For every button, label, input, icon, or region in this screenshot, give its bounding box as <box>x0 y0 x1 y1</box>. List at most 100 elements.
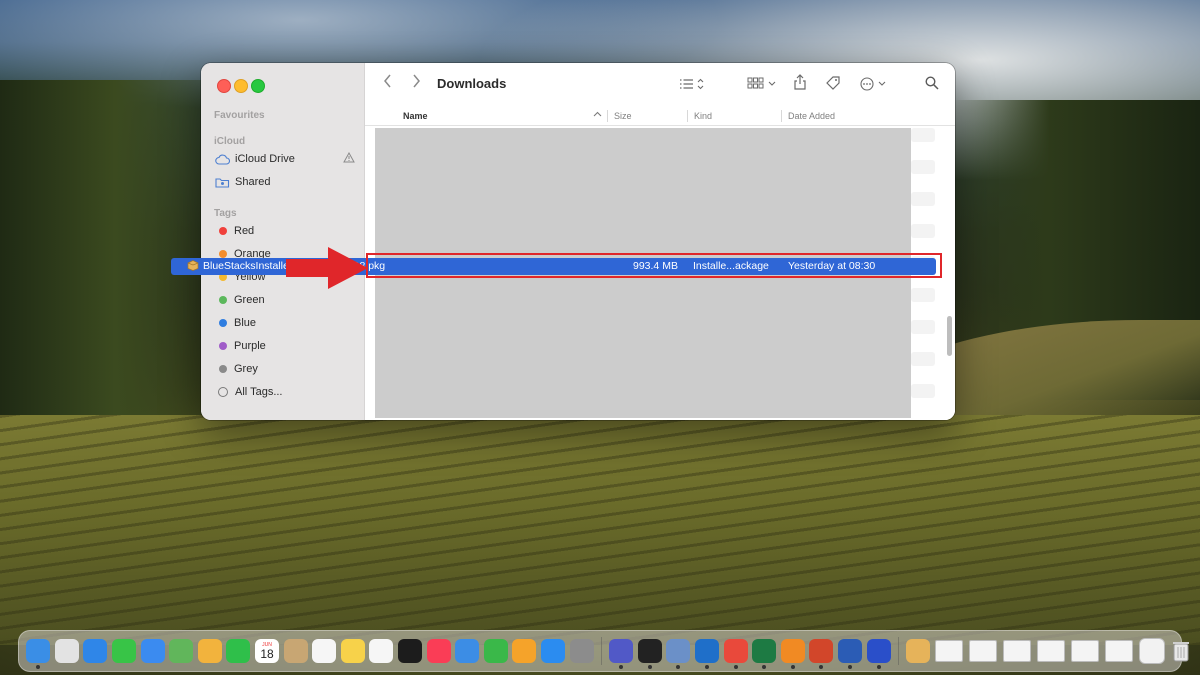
dock-package-icon[interactable] <box>906 639 931 663</box>
sidebar-section-favourites: Favourites <box>214 110 265 121</box>
dock-terminal-icon[interactable] <box>637 639 662 669</box>
column-header-kind[interactable]: Kind <box>694 111 712 121</box>
dock-app-store-icon[interactable] <box>540 639 565 663</box>
dock-minimized-window-thumbnail[interactable] <box>969 640 998 662</box>
row-stripe <box>911 128 935 142</box>
dock-trash-icon[interactable] <box>1169 639 1193 663</box>
dock-oracle-icon[interactable] <box>866 639 891 669</box>
dock-separator <box>897 637 899 665</box>
dock-outlook-icon[interactable] <box>694 639 719 669</box>
sidebar-tag-red[interactable]: Red <box>215 222 355 240</box>
dock: JUN 18 <box>18 630 1190 672</box>
finder-content: Downloads Name Size Kind Date Added <box>365 63 955 420</box>
sidebar-item-icloud-drive[interactable]: iCloud Drive <box>215 150 355 168</box>
dock-minimized-window-thumbnail[interactable] <box>1105 640 1134 662</box>
window-title: Downloads <box>437 76 507 91</box>
tag-color-dot-icon <box>219 365 227 373</box>
row-stripe <box>911 224 935 238</box>
running-indicator <box>704 665 709 669</box>
share-icon[interactable] <box>793 74 807 90</box>
warning-icon <box>343 151 355 166</box>
search-icon[interactable] <box>925 76 939 90</box>
dock-notes-icon[interactable] <box>340 639 365 663</box>
dock-books-icon[interactable] <box>780 639 805 669</box>
dock-excel-icon[interactable] <box>752 639 777 669</box>
running-indicator <box>676 665 681 669</box>
dock-calendar-icon[interactable]: JUN 18 <box>255 639 280 663</box>
sidebar-tag-blue[interactable]: Blue <box>215 314 355 332</box>
dock-tv-icon[interactable] <box>398 639 423 663</box>
running-indicator <box>847 665 852 669</box>
dock-downloads-stack-icon[interactable] <box>1138 638 1165 664</box>
dock-powerpoint-icon[interactable] <box>809 639 834 669</box>
sort-ascending-icon <box>593 110 602 121</box>
dock-launchpad-icon[interactable] <box>54 639 79 663</box>
sidebar-item-label: Grey <box>234 363 258 375</box>
annotation-highlight-box <box>366 253 942 278</box>
close-window-button[interactable] <box>217 79 231 93</box>
shared-folder-icon <box>215 176 230 188</box>
dock-music-icon[interactable] <box>426 639 451 663</box>
dock-freeform-icon[interactable] <box>369 639 394 663</box>
row-stripe <box>911 352 935 366</box>
running-indicator <box>819 665 824 669</box>
minimize-window-button[interactable] <box>234 79 248 93</box>
dock-pages-icon[interactable] <box>512 639 537 663</box>
row-stripe <box>911 320 935 334</box>
dock-minimized-window-thumbnail[interactable] <box>1071 640 1100 662</box>
wallpaper-vineyard <box>0 415 1200 645</box>
dock-minimized-window-thumbnail[interactable] <box>1003 640 1032 662</box>
dock-minimized-window-thumbnail[interactable] <box>1037 640 1066 662</box>
dock-finder-icon[interactable] <box>26 639 51 669</box>
zoom-window-button[interactable] <box>251 79 265 93</box>
dock-teams-icon[interactable] <box>609 639 634 669</box>
finder-toolbar: Downloads <box>365 63 955 107</box>
dock-numbers-icon[interactable] <box>483 639 508 663</box>
column-headers: Name Size Kind Date Added <box>365 107 955 126</box>
sidebar-item-shared[interactable]: Shared <box>215 173 355 191</box>
dock-minimized-window-thumbnail[interactable] <box>935 640 964 662</box>
finder-sidebar: Favourites iCloud iCloud Drive Shared Ta… <box>201 63 365 420</box>
finder-window[interactable]: Favourites iCloud iCloud Drive Shared Ta… <box>201 63 955 420</box>
dock-separator <box>600 637 602 665</box>
cloud-icon <box>215 153 230 165</box>
package-icon <box>187 259 199 274</box>
sidebar-item-all-tags[interactable]: All Tags... <box>215 383 355 401</box>
vertical-scrollbar[interactable] <box>947 316 952 356</box>
dock-contacts-icon[interactable] <box>283 639 308 663</box>
running-indicator <box>619 665 624 669</box>
dock-preview-icon[interactable] <box>666 639 691 669</box>
dock-system-settings-icon[interactable] <box>569 639 594 663</box>
row-stripe <box>911 288 935 302</box>
column-header-date-added[interactable]: Date Added <box>788 111 835 121</box>
row-stripe <box>911 160 935 174</box>
running-indicator <box>36 665 41 669</box>
column-header-size[interactable]: Size <box>614 111 632 121</box>
dock-mail-icon[interactable] <box>140 639 165 663</box>
dock-messages-icon[interactable] <box>112 639 137 663</box>
forward-button[interactable] <box>411 74 421 88</box>
back-button[interactable] <box>383 74 393 88</box>
group-view-icon[interactable] <box>747 77 777 91</box>
column-divider <box>781 110 782 122</box>
dock-word-icon[interactable] <box>837 639 862 669</box>
tag-color-dot-icon <box>219 342 227 350</box>
running-indicator <box>790 665 795 669</box>
list-view-icon[interactable] <box>679 77 707 91</box>
tag-icon[interactable] <box>825 75 841 91</box>
sidebar-section-icloud: iCloud <box>214 136 246 147</box>
dock-photos-icon[interactable] <box>197 639 222 663</box>
sidebar-tag-grey[interactable]: Grey <box>215 360 355 378</box>
dock-keynote-icon[interactable] <box>455 639 480 663</box>
tag-color-dot-icon <box>219 319 227 327</box>
more-actions-icon[interactable] <box>859 77 889 91</box>
sidebar-tag-purple[interactable]: Purple <box>215 337 355 355</box>
sidebar-item-label: Green <box>234 294 265 306</box>
dock-reminders-icon[interactable] <box>312 639 337 663</box>
dock-safari-icon[interactable] <box>83 639 108 663</box>
dock-chrome-icon[interactable] <box>723 639 748 669</box>
column-header-name[interactable]: Name <box>403 111 428 121</box>
sidebar-tag-green[interactable]: Green <box>215 291 355 309</box>
dock-facetime-icon[interactable] <box>226 639 251 663</box>
dock-maps-icon[interactable] <box>169 639 194 663</box>
